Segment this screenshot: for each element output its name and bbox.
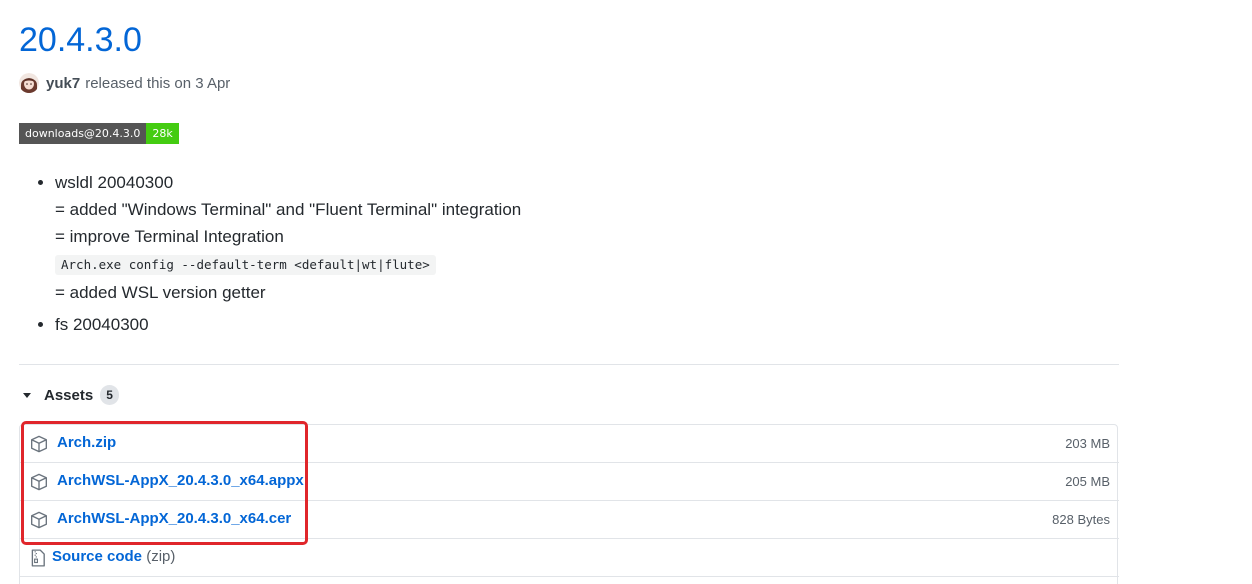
assets-label: Assets — [44, 386, 94, 404]
package-icon — [31, 511, 47, 529]
assets-list: Arch.zip 203 MB ArchWSL-AppX_20.4.3.0_x6… — [19, 424, 1119, 584]
note-line: = added "Windows Terminal" and "Fluent T… — [55, 200, 522, 219]
asset-link-arch-zip[interactable]: Arch.zip — [57, 434, 116, 451]
asset-link-appx[interactable]: ArchWSL-AppX_20.4.3.0_x64.appx — [57, 472, 304, 489]
release-meta: yuk7 released this on 3 Apr — [19, 71, 230, 95]
asset-size: 828 Bytes — [1052, 512, 1110, 527]
note-heading: fs 20040300 — [55, 315, 149, 334]
note-heading: wsldl 20040300 — [55, 173, 174, 192]
avatar[interactable] — [19, 73, 39, 93]
caret-down-icon — [23, 392, 31, 398]
source-code-row: Source code (zip) — [20, 539, 1119, 577]
asset-size: 205 MB — [1065, 474, 1110, 489]
asset-row: Arch.zip 203 MB — [20, 425, 1119, 463]
note-line: = added WSL version getter — [55, 283, 266, 302]
note-item-wsldl: wsldl 20040300 = added "Windows Terminal… — [55, 169, 521, 306]
divider — [19, 364, 1119, 365]
asset-row: ArchWSL-AppX_20.4.3.0_x64.appx 205 MB — [20, 463, 1119, 501]
assets-count: 5 — [100, 385, 119, 405]
release-title[interactable]: 20.4.3.0 — [19, 18, 142, 62]
source-code-link[interactable]: Source code (zip) — [52, 548, 175, 565]
badge-label: downloads@20.4.3.0 — [19, 123, 147, 144]
badge-value: 28k — [146, 123, 179, 144]
release-page: 20.4.3.0 yuk7 released this on 3 Apr dow… — [0, 0, 1252, 584]
assets-toggle[interactable]: Assets 5 — [20, 383, 119, 407]
package-icon — [31, 435, 47, 453]
asset-size: 203 MB — [1065, 436, 1110, 451]
note-item-fs: fs 20040300 — [55, 311, 521, 338]
release-notes: wsldl 20040300 = added "Windows Terminal… — [34, 169, 521, 338]
downloads-badge[interactable]: downloads@20.4.3.0 28k — [19, 123, 179, 144]
asset-row: ArchWSL-AppX_20.4.3.0_x64.cer 828 Bytes — [20, 501, 1119, 539]
released-text: released this on 3 Apr — [85, 74, 231, 92]
package-icon — [31, 473, 47, 491]
code-snippet: Arch.exe config --default-term <default|… — [55, 255, 436, 275]
asset-link-cer[interactable]: ArchWSL-AppX_20.4.3.0_x64.cer — [57, 510, 291, 527]
avatar-image — [19, 73, 39, 93]
author-link[interactable]: yuk7 — [46, 75, 80, 92]
file-zip-icon — [31, 549, 45, 567]
note-line: = improve Terminal Integration — [55, 227, 284, 246]
source-code-label: Source code — [52, 548, 143, 565]
source-code-format: (zip) — [146, 548, 176, 565]
